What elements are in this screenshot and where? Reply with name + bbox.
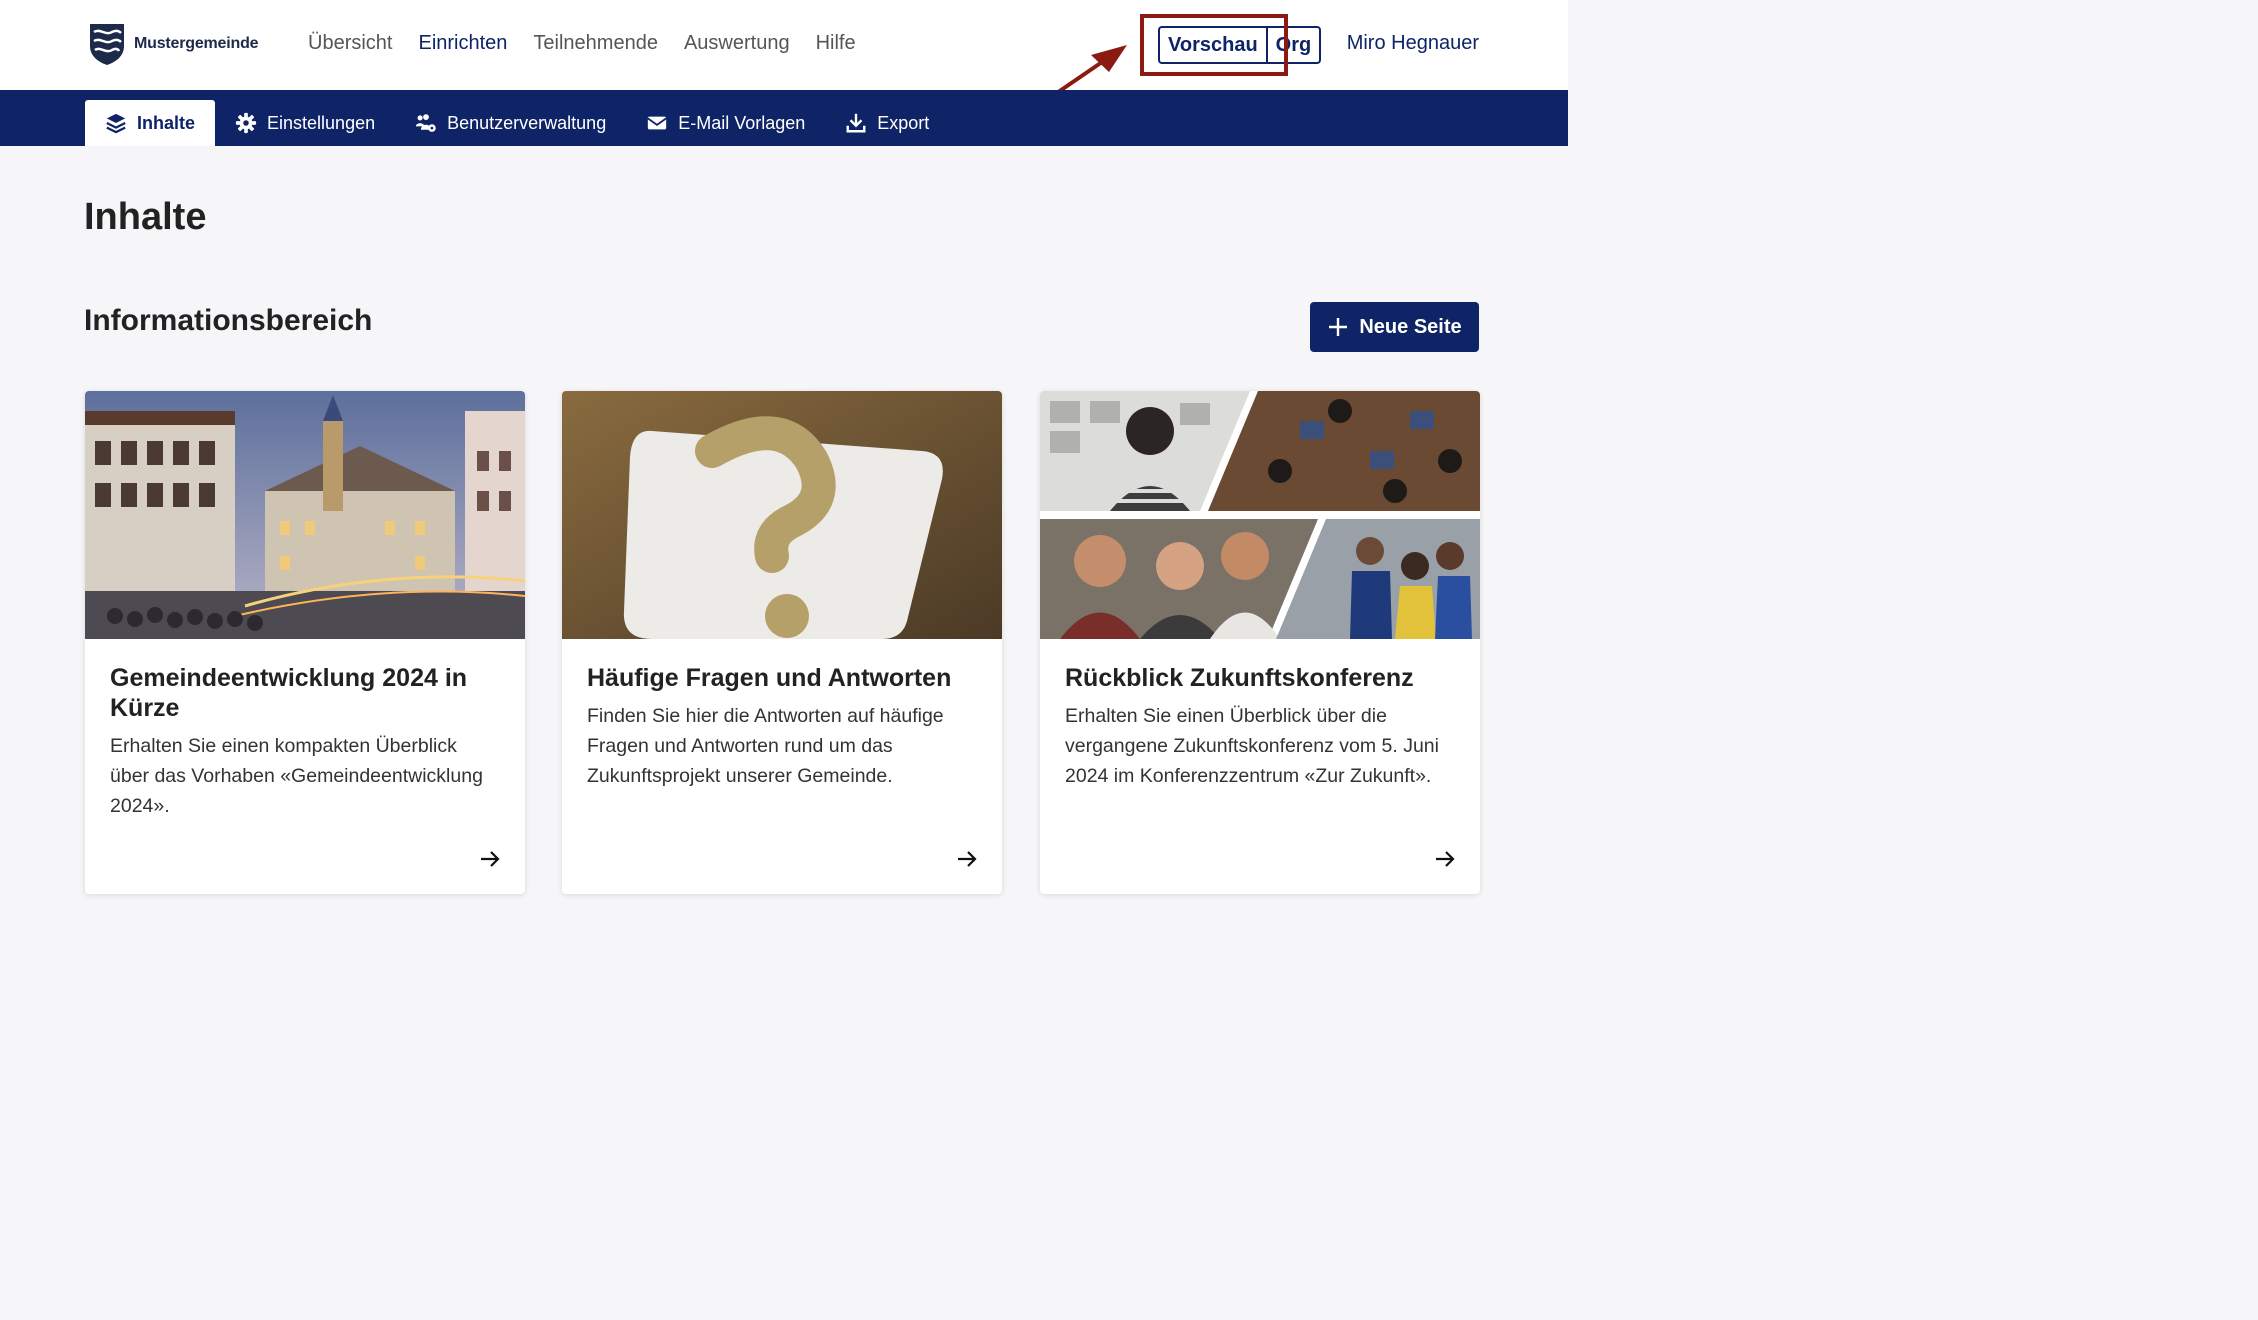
card-title: Häufige Fragen und Antworten <box>587 664 952 692</box>
preview-toggle-button[interactable]: Vorschau <box>1160 28 1266 62</box>
brand-logo[interactable]: Mustergemeinde <box>88 22 259 66</box>
card-description: Finden Sie hier die Antworten auf häufig… <box>587 705 944 787</box>
question-mark-photo <box>562 391 1002 639</box>
nav-item-hilfe[interactable]: Hilfe <box>816 32 856 55</box>
user-menu[interactable]: Miro Hegnauer <box>1347 32 1479 55</box>
card-description: Erhalten Sie einen kompakten Überblick ü… <box>110 735 483 817</box>
nav-item-uebersicht[interactable]: Übersicht <box>308 32 392 55</box>
view-toggle: Vorschau Org <box>1158 26 1322 64</box>
sub-navigation: Inhalte Einstellungen Benutzerverwaltung… <box>0 90 1568 146</box>
tab-inhalte-label: Inhalte <box>137 112 196 133</box>
section-title: Informationsbereich <box>84 304 373 337</box>
brand-name: Mustergemeinde <box>134 35 259 52</box>
nav-item-auswertung[interactable]: Auswertung <box>684 32 790 55</box>
arrow-right-icon <box>958 851 977 867</box>
tab-export[interactable]: Export <box>825 100 949 146</box>
card-title: Rückblick Zukunftskonferenz <box>1065 664 1414 692</box>
tab-einstellungen[interactable]: Einstellungen <box>215 100 395 146</box>
layers-icon <box>106 113 126 134</box>
coat-of-arms-icon <box>90 24 124 65</box>
content-card-gemeindeentwicklung[interactable]: Gemeindeentwicklung 2024 in Kürze Erhalt… <box>85 391 525 894</box>
gear-icon <box>235 112 257 134</box>
town-square-photo <box>85 391 525 639</box>
tab-email-vorlagen-label: E-Mail Vorlagen <box>678 112 806 133</box>
tab-export-label: Export <box>877 112 930 133</box>
nav-item-einrichten[interactable]: Einrichten <box>418 32 507 55</box>
main-navigation: Übersicht Einrichten Teilnehmende Auswer… <box>308 32 856 55</box>
top-header: Mustergemeinde Übersicht Einrichten Teil… <box>0 0 1568 90</box>
conference-collage-photo <box>1040 391 1480 639</box>
content-card-zukunftskonferenz[interactable]: Rückblick Zukunftskonferenz Erhalten Sie… <box>1040 391 1480 894</box>
page-title: Inhalte <box>84 196 207 238</box>
content-card-faq[interactable]: Häufige Fragen und Antworten Finden Sie … <box>562 391 1002 894</box>
new-page-button-label: Neue Seite <box>1359 315 1462 338</box>
org-toggle-button[interactable]: Org <box>1265 28 1320 62</box>
plus-icon <box>1329 318 1348 336</box>
envelope-icon <box>647 116 667 130</box>
download-icon <box>846 113 866 133</box>
tab-benutzerverwaltung[interactable]: Benutzerverwaltung <box>395 100 626 146</box>
arrow-right-icon <box>481 851 500 867</box>
tab-inhalte[interactable]: Inhalte <box>85 100 216 146</box>
new-page-button[interactable]: Neue Seite <box>1310 302 1479 352</box>
tab-einstellungen-label: Einstellungen <box>267 112 376 133</box>
card-description: Erhalten Sie einen Überblick über die ve… <box>1065 705 1439 787</box>
tab-benutzerverwaltung-label: Benutzerverwaltung <box>447 112 607 133</box>
nav-item-teilnehmende[interactable]: Teilnehmende <box>533 32 658 55</box>
card-title: Gemeindeentwicklung 2024 in Kürze <box>110 664 468 722</box>
users-cog-icon <box>415 114 436 132</box>
tab-email-vorlagen[interactable]: E-Mail Vorlagen <box>626 100 825 146</box>
arrow-right-icon <box>1436 851 1455 867</box>
